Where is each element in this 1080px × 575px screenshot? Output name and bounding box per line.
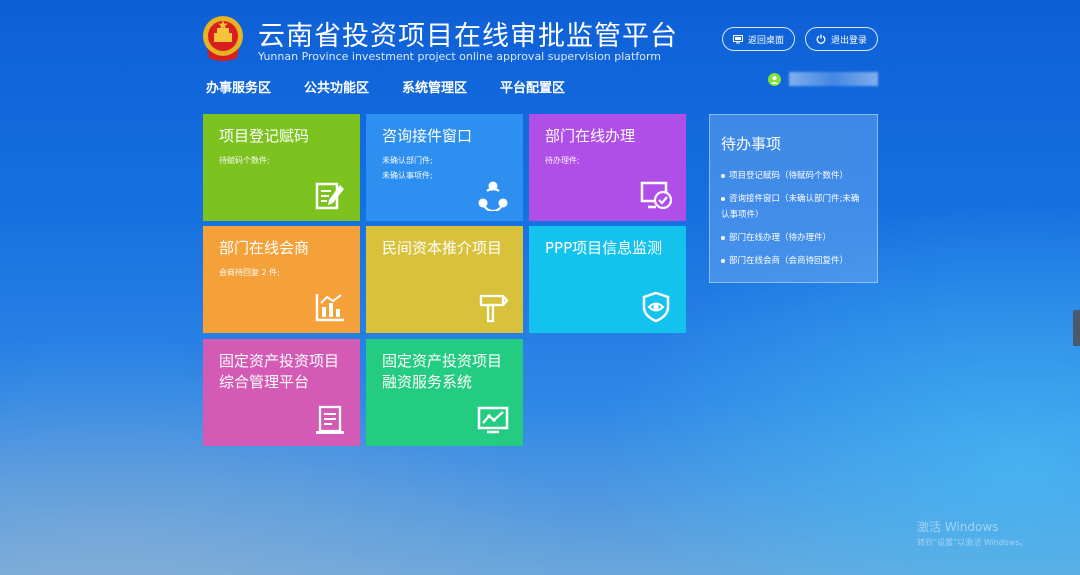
page-title: 云南省投资项目在线审批监管平台 [258, 21, 678, 52]
register-edit-icon [315, 182, 344, 210]
todo-item-label: 部门在线会商（会商待回复件） [729, 256, 849, 266]
tile-title: PPP项目信息监测 [545, 239, 663, 257]
user-icon [768, 73, 781, 86]
tile-department-online-consultation[interactable]: 部门在线会商 会商待回复 2 件; [203, 226, 360, 333]
todo-item-label: 部门在线办理（待办理件） [729, 233, 832, 243]
line-chart-icon [477, 406, 509, 434]
tile-project-registration[interactable]: 项目登记赋码 待赋码个数件; [203, 114, 360, 221]
signpost-icon [479, 294, 509, 323]
bullet-icon [721, 258, 725, 263]
todo-item-label: 咨询接件窗口（未确认部门件;未确认事项件） [721, 194, 860, 220]
bullet-icon [721, 235, 725, 240]
tile-private-capital-projects[interactable]: 民间资本推介项目 [366, 226, 523, 333]
tile-subtext: 会商待回复 2 件; [219, 268, 280, 277]
screen-check-icon [640, 181, 672, 210]
todo-title: 待办事项 [721, 135, 782, 153]
tile-title: 部门在线办理 [545, 127, 636, 145]
tile-title: 固定资产投资项目融资服务系统 [382, 352, 503, 391]
tile-subtext-line: 未确认部门件; [382, 156, 433, 165]
todo-panel: 待办事项 项目登记赋码（待赋码个数件） 咨询接件窗口（未确认部门件;未确认事项件… [709, 114, 878, 283]
logout-button[interactable]: 退出登录 [805, 27, 878, 51]
back-to-desktop-label: 返回桌面 [747, 35, 784, 46]
todo-item[interactable]: 咨询接件窗口（未确认部门件;未确认事项件） [721, 191, 867, 223]
document-icon [316, 405, 344, 434]
nav-item-public[interactable]: 公共功能区 [304, 77, 369, 96]
logout-label: 退出登录 [830, 35, 867, 46]
share-nodes-icon [478, 181, 508, 211]
side-drawer-handle[interactable] [1073, 310, 1080, 346]
monitor-icon [732, 34, 743, 43]
tile-title: 固定资产投资项目综合管理平台 [219, 352, 340, 391]
power-icon [816, 34, 826, 44]
nav-item-system[interactable]: 系统管理区 [402, 77, 467, 96]
todo-item-label: 项目登记赋码（待赋码个数件） [729, 171, 849, 181]
watermark-title: 激活 Windows [917, 520, 999, 534]
tile-fixed-asset-financing[interactable]: 固定资产投资项目融资服务系统 [366, 339, 523, 446]
todo-item[interactable]: 项目登记赋码（待赋码个数件） [721, 168, 867, 184]
tile-department-online-handling[interactable]: 部门在线办理 待办理件; [529, 114, 686, 221]
todo-item[interactable]: 部门在线办理（待办理件） [721, 230, 867, 246]
user-name[interactable] [789, 72, 878, 86]
bullet-icon [721, 173, 725, 178]
todo-item[interactable]: 部门在线会商（会商待回复件） [721, 253, 867, 269]
national-emblem-icon [201, 14, 245, 64]
nav-item-service[interactable]: 办事服务区 [206, 77, 271, 96]
tile-subtext: 待办理件; [545, 156, 580, 165]
tile-title: 民间资本推介项目 [382, 239, 503, 257]
tile-subtext: 待赋码个数件; [219, 156, 270, 165]
tile-fixed-asset-management[interactable]: 固定资产投资项目综合管理平台 [203, 339, 360, 446]
windows-activation-watermark: 激活 Windows 转到“设置”以激活 Windows。 [917, 518, 1028, 548]
bullet-icon [721, 196, 725, 201]
tile-title: 部门在线会商 [219, 239, 310, 257]
tile-title: 项目登记赋码 [219, 127, 310, 145]
tile-consultation-window[interactable]: 咨询接件窗口 未确认部门件; 未确认事项件; [366, 114, 523, 221]
main-nav: 办事服务区 公共功能区 系统管理区 平台配置区 [206, 77, 598, 96]
tile-title: 咨询接件窗口 [382, 127, 473, 145]
bar-chart-icon [315, 294, 344, 322]
page-subtitle: Yunnan Province investment project onlin… [258, 50, 662, 63]
tile-ppp-monitoring[interactable]: PPP项目信息监测 [529, 226, 686, 333]
nav-item-config[interactable]: 平台配置区 [500, 77, 565, 96]
back-to-desktop-button[interactable]: 返回桌面 [722, 27, 795, 51]
shield-eye-icon [642, 291, 670, 323]
watermark-subtitle: 转到“设置”以激活 Windows。 [917, 538, 1028, 547]
